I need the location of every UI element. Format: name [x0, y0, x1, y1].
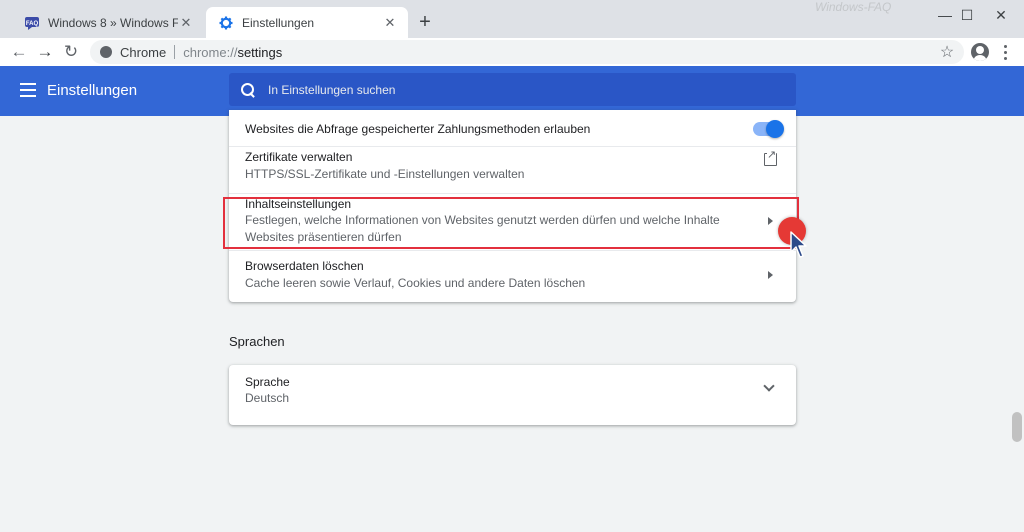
setting-title: Browserdaten löschen — [245, 259, 364, 273]
close-icon[interactable]: ✕ — [178, 15, 194, 31]
setting-row-language[interactable]: Sprache Deutsch — [229, 365, 796, 425]
gear-icon — [218, 15, 234, 31]
browser-toolbar: ← → ↻ Chrome chrome:// settings ☆ — [0, 38, 1024, 66]
setting-title: Zertifikate verwalten — [245, 150, 353, 164]
setting-row-certificates[interactable]: Zertifikate verwalten HTTPS/SSL-Zertifik… — [229, 147, 796, 193]
mouse-cursor-icon — [790, 231, 807, 258]
setting-title: Sprache — [245, 375, 290, 389]
setting-subtitle: HTTPS/SSL-Zertifikate und -Einstellungen… — [245, 167, 525, 181]
settings-search[interactable] — [229, 73, 796, 106]
faq-icon: FAQ — [24, 15, 40, 31]
hamburger-menu-icon[interactable] — [20, 83, 36, 97]
close-icon[interactable]: ✕ — [382, 15, 398, 31]
languages-card: Sprache Deutsch — [229, 365, 796, 425]
url-scheme: chrome:// — [183, 44, 238, 60]
setting-row-payment-methods[interactable]: Websites die Abfrage gespeicherter Zahlu… — [229, 110, 796, 146]
tab-einstellungen[interactable]: Einstellungen ✕ — [206, 7, 408, 38]
setting-subtitle: Cache leeren sowie Verlauf, Cookies und … — [245, 276, 586, 290]
tab-windows-faq[interactable]: FAQ Windows 8 » Windows FAQ ✕ — [12, 7, 204, 38]
profile-avatar-icon[interactable] — [971, 43, 989, 61]
payment-methods-toggle[interactable] — [753, 120, 784, 138]
section-title-languages: Sprachen — [229, 334, 285, 349]
settings-content: Websites die Abfrage gespeicherter Zahlu… — [0, 110, 1024, 532]
setting-row-clear-data[interactable]: Browserdaten löschen Cache leeren sowie … — [229, 251, 796, 301]
setting-subtitle: Deutsch — [245, 391, 290, 405]
highlight-box — [223, 197, 799, 249]
setting-title: Websites die Abfrage gespeicherter Zahlu… — [245, 122, 591, 136]
page-title: Einstellungen — [47, 82, 138, 99]
title-bar: FAQ Windows 8 » Windows FAQ ✕ Einstellun… — [0, 0, 1024, 38]
search-icon — [241, 82, 255, 97]
settings-header: Einstellungen — [0, 66, 1024, 116]
window-close-button[interactable]: ✕ — [978, 0, 1024, 30]
forward-button[interactable]: → — [34, 41, 56, 63]
menu-kebab-icon[interactable] — [995, 41, 1015, 63]
toggle-knob — [766, 120, 784, 138]
address-bar[interactable]: Chrome chrome:// settings — [90, 40, 964, 64]
external-link-icon[interactable] — [764, 150, 777, 166]
svg-text:FAQ: FAQ — [26, 21, 39, 27]
tab-label: Windows 8 » Windows FAQ — [48, 15, 178, 30]
divider — [174, 45, 176, 59]
url-path: settings — [237, 44, 283, 60]
back-button[interactable]: ← — [8, 41, 30, 63]
new-tab-button[interactable]: + — [414, 11, 436, 33]
bookmark-star-icon[interactable]: ☆ — [937, 41, 957, 63]
watermark: Windows-FAQ — [815, 0, 892, 14]
tab-label: Einstellungen — [242, 15, 315, 30]
chevron-down-icon[interactable] — [763, 380, 775, 392]
site-chip: Chrome — [120, 44, 167, 60]
arrow-right-icon[interactable] — [768, 271, 773, 279]
chrome-icon — [100, 46, 112, 58]
reload-button[interactable]: ↻ — [60, 41, 82, 63]
search-input[interactable] — [268, 82, 768, 97]
scrollbar[interactable] — [1010, 232, 1024, 532]
scrollbar-thumb[interactable] — [1012, 412, 1022, 442]
